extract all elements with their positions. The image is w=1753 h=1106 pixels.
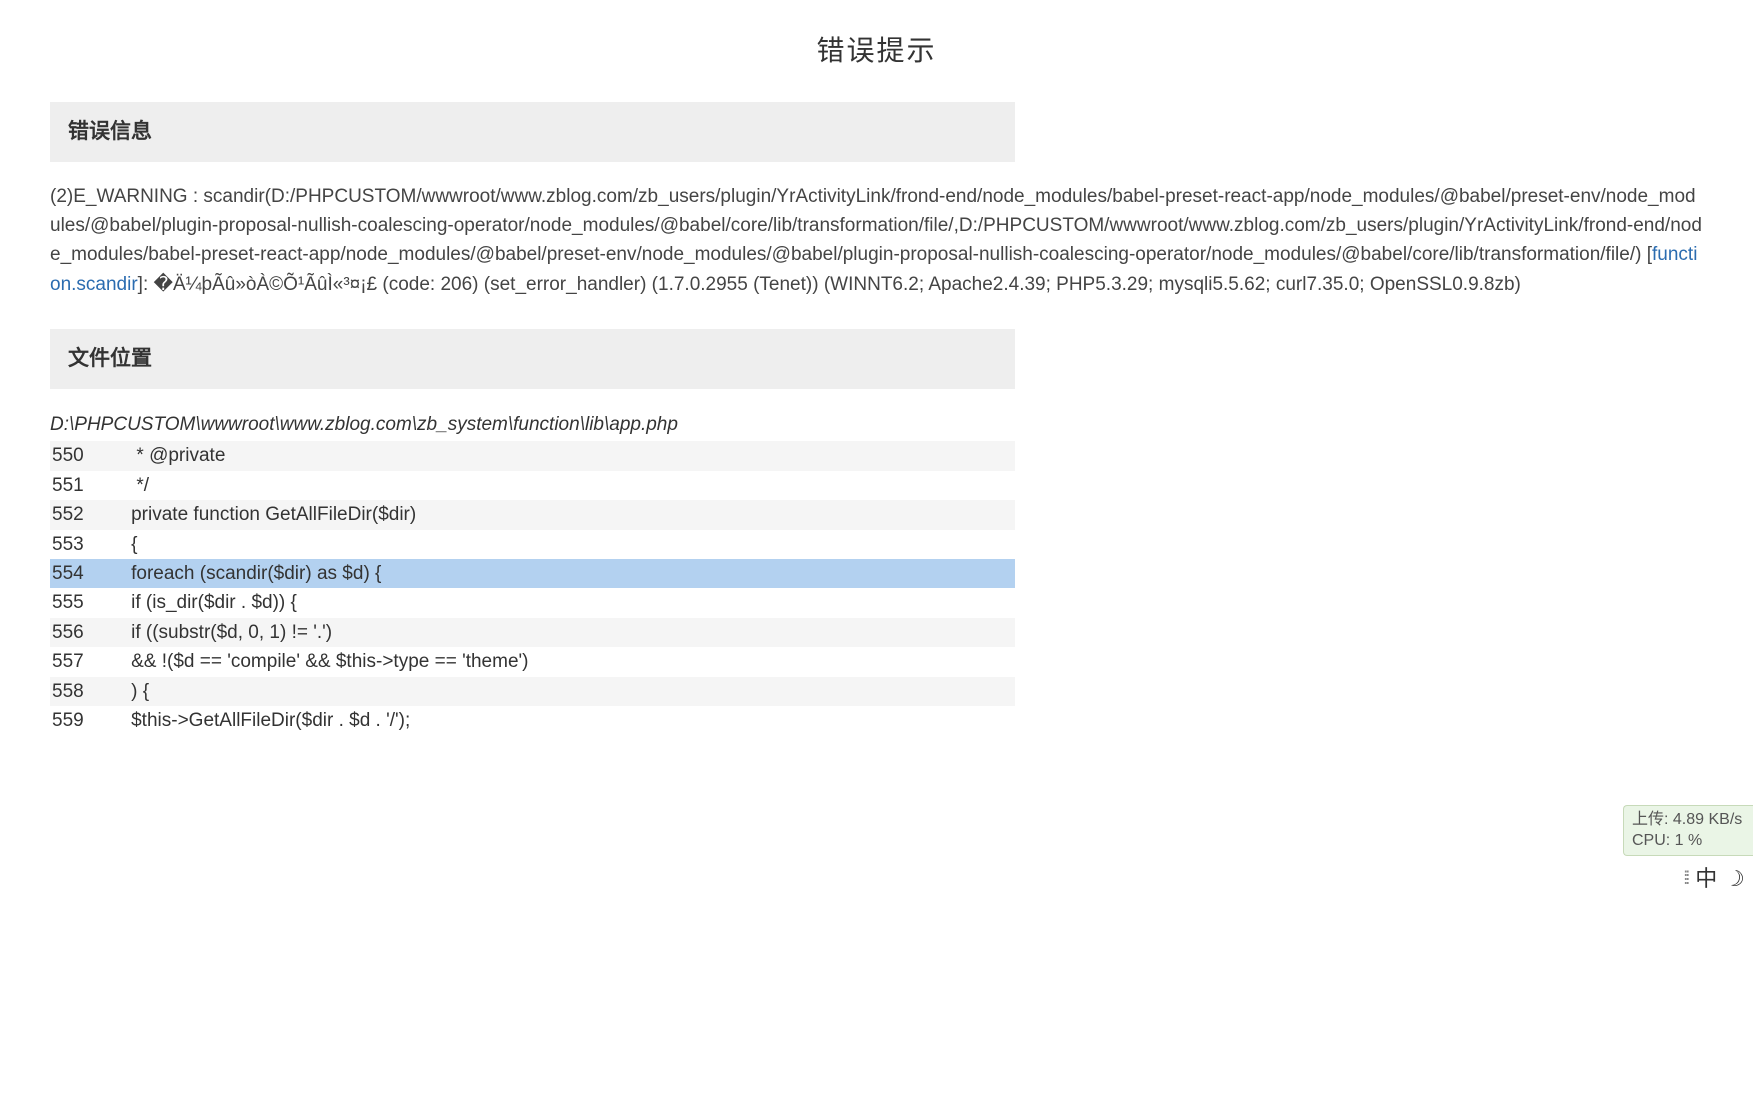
code-content: ) { bbox=[110, 677, 1015, 706]
code-content: private function GetAllFileDir($dir) bbox=[110, 500, 1015, 529]
code-block: 550 * @private551 */552 private function… bbox=[50, 441, 1015, 735]
upload-value: 4.89 KB/s bbox=[1673, 811, 1742, 828]
code-content: * @private bbox=[110, 441, 1015, 470]
ime-toolbar[interactable]: ⁞⁞ 中 ☽ bbox=[1675, 860, 1753, 896]
code-row: 559 $this->GetAllFileDir($dir . $d . '/'… bbox=[50, 706, 1015, 735]
line-number: 553 bbox=[50, 530, 110, 559]
code-content: foreach (scandir($dir) as $d) { bbox=[110, 559, 1015, 588]
code-row: 555 if (is_dir($dir . $d)) { bbox=[50, 588, 1015, 617]
line-number: 555 bbox=[50, 588, 110, 617]
upload-speed: 上传: 4.89 KB/s bbox=[1632, 809, 1745, 831]
line-number: 558 bbox=[50, 677, 110, 706]
code-row: 554 foreach (scandir($dir) as $d) { bbox=[50, 559, 1015, 588]
upload-label: 上传: bbox=[1632, 811, 1673, 828]
line-number: 551 bbox=[50, 471, 110, 500]
cpu-value: 1 % bbox=[1675, 832, 1703, 849]
error-text-post: ]: �Ä¼þÃû»òÀ©Õ¹ÃûÌ«³¤¡£ (code: 206) (set… bbox=[138, 274, 1521, 295]
code-row: 551 */ bbox=[50, 471, 1015, 500]
error-message: (2)E_WARNING : scandir(D:/PHPCUSTOM/wwwr… bbox=[50, 180, 1703, 330]
page-title: 错误提示 bbox=[0, 0, 1753, 102]
error-text-pre: (2)E_WARNING : scandir(D:/PHPCUSTOM/wwwr… bbox=[50, 186, 1702, 266]
line-number: 557 bbox=[50, 647, 110, 676]
line-number: 559 bbox=[50, 706, 110, 735]
code-content: && !($d == 'compile' && $this->type == '… bbox=[110, 647, 1015, 676]
code-content: */ bbox=[110, 471, 1015, 500]
grip-icon[interactable]: ⁞⁞ bbox=[1683, 865, 1687, 892]
code-row: 556 if ((substr($d, 0, 1) != '.') bbox=[50, 618, 1015, 647]
code-row: 550 * @private bbox=[50, 441, 1015, 470]
line-number: 550 bbox=[50, 441, 110, 470]
error-container: 错误信息 (2)E_WARNING : scandir(D:/PHPCUSTOM… bbox=[50, 102, 1703, 736]
system-status-widget: 上传: 4.89 KB/s CPU: 1 % bbox=[1623, 805, 1753, 856]
file-path: D:\PHPCUSTOM\wwwroot\www.zblog.com\zb_sy… bbox=[50, 407, 1703, 442]
moon-icon[interactable]: ☽ bbox=[1721, 860, 1749, 897]
ime-lang-indicator[interactable]: 中 bbox=[1695, 862, 1717, 895]
code-row: 557 && !($d == 'compile' && $this->type … bbox=[50, 647, 1015, 676]
code-row: 552 private function GetAllFileDir($dir) bbox=[50, 500, 1015, 529]
file-location-header: 文件位置 bbox=[50, 329, 1015, 389]
code-content: $this->GetAllFileDir($dir . $d . '/'); bbox=[110, 706, 1015, 735]
error-info-header: 错误信息 bbox=[50, 102, 1015, 162]
line-number: 554 bbox=[50, 559, 110, 588]
cpu-usage: CPU: 1 % bbox=[1632, 830, 1745, 852]
code-content: { bbox=[110, 530, 1015, 559]
line-number: 556 bbox=[50, 618, 110, 647]
code-row: 553 { bbox=[50, 530, 1015, 559]
line-number: 552 bbox=[50, 500, 110, 529]
code-row: 558 ) { bbox=[50, 677, 1015, 706]
cpu-label: CPU: bbox=[1632, 832, 1675, 849]
code-content: if (is_dir($dir . $d)) { bbox=[110, 588, 1015, 617]
code-content: if ((substr($d, 0, 1) != '.') bbox=[110, 618, 1015, 647]
